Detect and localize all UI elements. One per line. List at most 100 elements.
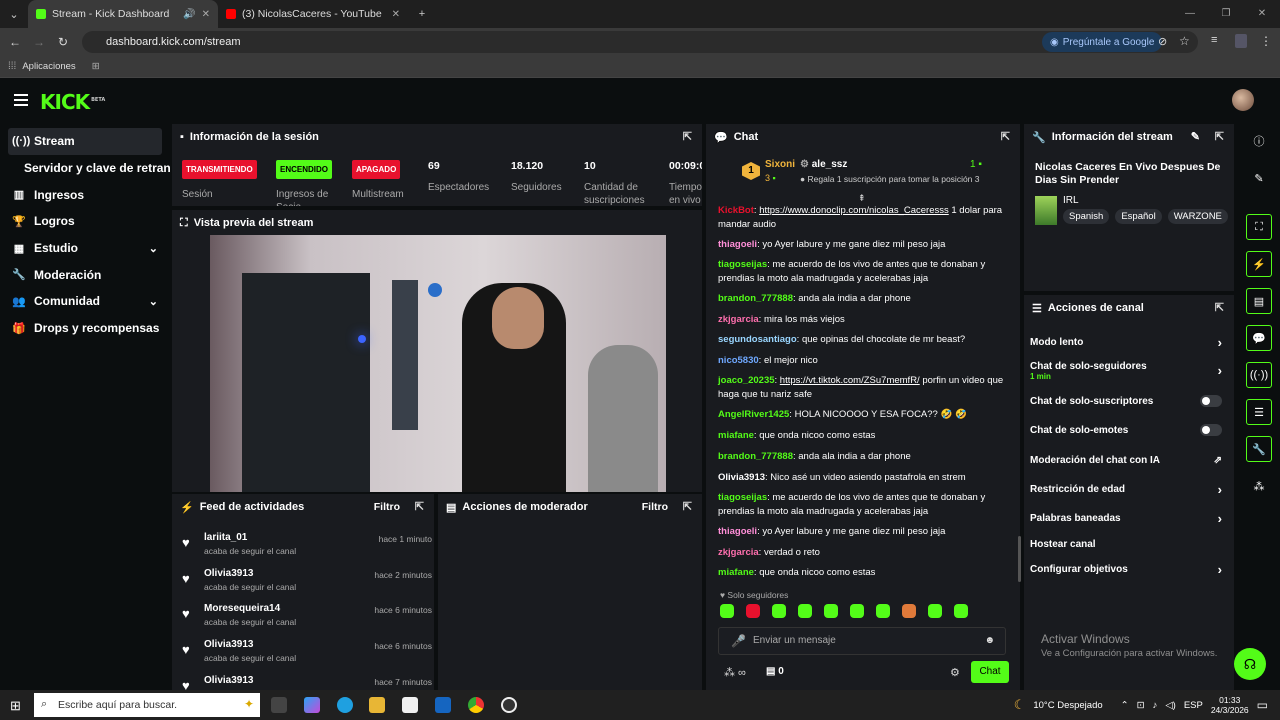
- mod-actions-toggle-icon[interactable]: ▤: [1246, 288, 1272, 314]
- chat-username[interactable]: Olivia3913: [718, 472, 765, 483]
- sidebar-item-moderacion[interactable]: 🔧 Moderación: [0, 261, 170, 288]
- chat-username[interactable]: segundosantiago: [718, 334, 797, 345]
- back-icon[interactable]: ←: [3, 35, 27, 49]
- emote-icon[interactable]: [876, 604, 890, 618]
- chat-username[interactable]: thiagoeli: [718, 526, 757, 537]
- emote-icon[interactable]: [772, 604, 786, 618]
- send-chat-button[interactable]: Chat: [971, 661, 1009, 683]
- edit-pencil-icon[interactable]: ✎: [1191, 130, 1200, 143]
- activity-username[interactable]: Olivia3913: [204, 675, 253, 686]
- chat-username[interactable]: tiagoseijas: [718, 492, 767, 503]
- help-support-icon[interactable]: ☊: [1234, 648, 1266, 680]
- popout-icon[interactable]: ⇱: [1215, 301, 1224, 314]
- activity-username[interactable]: Olivia3913: [204, 639, 253, 650]
- network-icon[interactable]: ⊡: [1137, 700, 1145, 711]
- chevron-up-icon[interactable]: ⌃: [1121, 700, 1129, 711]
- task-view-icon[interactable]: [271, 697, 287, 713]
- url-field[interactable]: dashboard.kick.com/stream: [82, 31, 1198, 53]
- user-avatar[interactable]: [1232, 89, 1254, 111]
- tab-groups-icon[interactable]: ⊞: [92, 61, 100, 72]
- action-slow-mode[interactable]: Modo lento ›: [1030, 330, 1226, 354]
- emote-icon[interactable]: [798, 604, 812, 618]
- sidebar-item-drops[interactable]: 🎁 Drops y recompensas: [0, 315, 170, 342]
- toggle-switch[interactable]: [1200, 395, 1222, 407]
- emote-icon[interactable]: [720, 604, 734, 618]
- edge-icon[interactable]: [337, 697, 353, 713]
- chat-link[interactable]: https://www.donoclip.com/nicolas_Caceres…: [759, 205, 949, 216]
- sidebar-item-stream[interactable]: ((·)) Stream: [8, 128, 162, 155]
- apps-grid-icon[interactable]: ⁞⁞⁞: [8, 61, 16, 72]
- kick-logo[interactable]: KICK BETA: [40, 90, 105, 114]
- clock[interactable]: 01:33 24/3/2026: [1211, 695, 1249, 715]
- popout-icon[interactable]: ⇱: [683, 500, 692, 513]
- sidebar-item-estudio[interactable]: ▦ Estudio ⌄: [0, 235, 170, 262]
- chat-username[interactable]: joaco_20235: [718, 375, 775, 386]
- emote-icon[interactable]: [928, 604, 942, 618]
- menu-icon[interactable]: ⋮: [1260, 34, 1272, 48]
- action-banned-words[interactable]: Palabras baneadas ›: [1030, 506, 1226, 530]
- close-window-icon[interactable]: ✕: [1244, 0, 1280, 28]
- close-tab-icon[interactable]: ✕: [392, 9, 400, 20]
- hamburger-menu-icon[interactable]: [14, 94, 28, 106]
- sidebar-item-ingresos[interactable]: ▥ Ingresos: [0, 181, 170, 208]
- taskbar-search[interactable]: ⌕ Escribe aquí para buscar. ✦: [34, 693, 260, 717]
- activity-toggle-icon[interactable]: ⚡: [1246, 251, 1272, 277]
- star-icon[interactable]: ☆: [1179, 34, 1190, 48]
- restore-icon[interactable]: ❐: [1208, 0, 1244, 28]
- obs-icon[interactable]: [501, 697, 517, 713]
- file-explorer-icon[interactable]: [369, 697, 385, 713]
- action-ai-moderation[interactable]: Moderación del chat con IA ⇗: [1030, 448, 1226, 472]
- tag-chip[interactable]: Español: [1115, 209, 1162, 224]
- speaker-icon[interactable]: 🔊: [183, 9, 195, 20]
- chat-link[interactable]: https://vt.tiktok.com/ZSu7memfR/: [780, 375, 920, 386]
- chat-username[interactable]: AngelRiver1425: [718, 409, 789, 420]
- emote-icon[interactable]: [746, 604, 760, 618]
- action-subscribers-only[interactable]: Chat de solo-suscriptores: [1030, 389, 1226, 413]
- action-followers-only[interactable]: Chat de solo-seguidores 1 min ›: [1030, 359, 1226, 383]
- emote-icon[interactable]: [824, 604, 838, 618]
- bookmark-apps[interactable]: Aplicaciones: [22, 61, 75, 72]
- weather-text[interactable]: 10°C Despejado: [1033, 700, 1102, 711]
- top-gifter-name[interactable]: Sixoni: [765, 159, 795, 170]
- minimize-icon[interactable]: —: [1172, 0, 1208, 28]
- chat-input[interactable]: 🎤 Enviar un mensaje ☻: [718, 627, 1006, 655]
- chat-username[interactable]: zkjgarcia: [718, 314, 759, 325]
- sidebar-item-comunidad[interactable]: 👥 Comunidad ⌄: [0, 288, 170, 315]
- tab-youtube[interactable]: (3) NicolasCaceres - YouTube ✕: [218, 0, 408, 28]
- store-icon[interactable]: [402, 697, 418, 713]
- popout-icon[interactable]: ⇱: [1215, 130, 1224, 143]
- popout-icon[interactable]: ⇱: [415, 500, 424, 513]
- language-indicator[interactable]: ESP: [1184, 700, 1203, 711]
- speaker-icon[interactable]: ◁): [1165, 700, 1175, 711]
- emote-icon[interactable]: [850, 604, 864, 618]
- activity-username[interactable]: Olivia3913: [204, 568, 253, 579]
- activity-username[interactable]: Moresequeira14: [204, 603, 280, 614]
- collapse-icon[interactable]: ⇞: [858, 193, 866, 204]
- emote-icon[interactable]: [902, 604, 916, 618]
- forward-icon[interactable]: →: [27, 35, 51, 49]
- drops-infinity-icon[interactable]: ⁂ ∞: [724, 666, 746, 679]
- second-gifter[interactable]: ⚙ ale_ssz: [800, 159, 847, 170]
- tab-search-icon[interactable]: ⌄: [0, 0, 28, 28]
- share-icon[interactable]: ⁂: [1246, 473, 1272, 499]
- popout-icon[interactable]: ⇱: [683, 130, 692, 143]
- stream-preview-toggle-icon[interactable]: ⛶: [1246, 214, 1272, 240]
- tag-chip[interactable]: Spanish: [1063, 209, 1110, 224]
- edit-pencil-icon[interactable]: ✎: [1246, 165, 1272, 191]
- close-tab-icon[interactable]: ✕: [202, 9, 210, 20]
- chat-username[interactable]: brandon_777888: [718, 293, 793, 304]
- chat-username[interactable]: tiagoseijas: [718, 259, 767, 270]
- tag-chip[interactable]: WARZONE: [1167, 209, 1228, 224]
- chat-toggle-icon[interactable]: 💬: [1246, 325, 1272, 351]
- outlook-icon[interactable]: [435, 697, 451, 713]
- copilot-icon[interactable]: [304, 697, 320, 713]
- chat-username[interactable]: KickBot: [718, 205, 754, 216]
- ask-google-button[interactable]: ◉ Pregúntale a Google: [1042, 32, 1163, 52]
- category-name[interactable]: IRL: [1063, 195, 1079, 206]
- reload-icon[interactable]: ↻: [51, 35, 75, 49]
- channel-actions-toggle-icon[interactable]: ☰: [1246, 399, 1272, 425]
- microphone-icon[interactable]: 🎤: [731, 628, 746, 654]
- emote-icon[interactable]: [954, 604, 968, 618]
- chrome-icon[interactable]: [468, 697, 484, 713]
- stream-video[interactable]: [210, 235, 666, 492]
